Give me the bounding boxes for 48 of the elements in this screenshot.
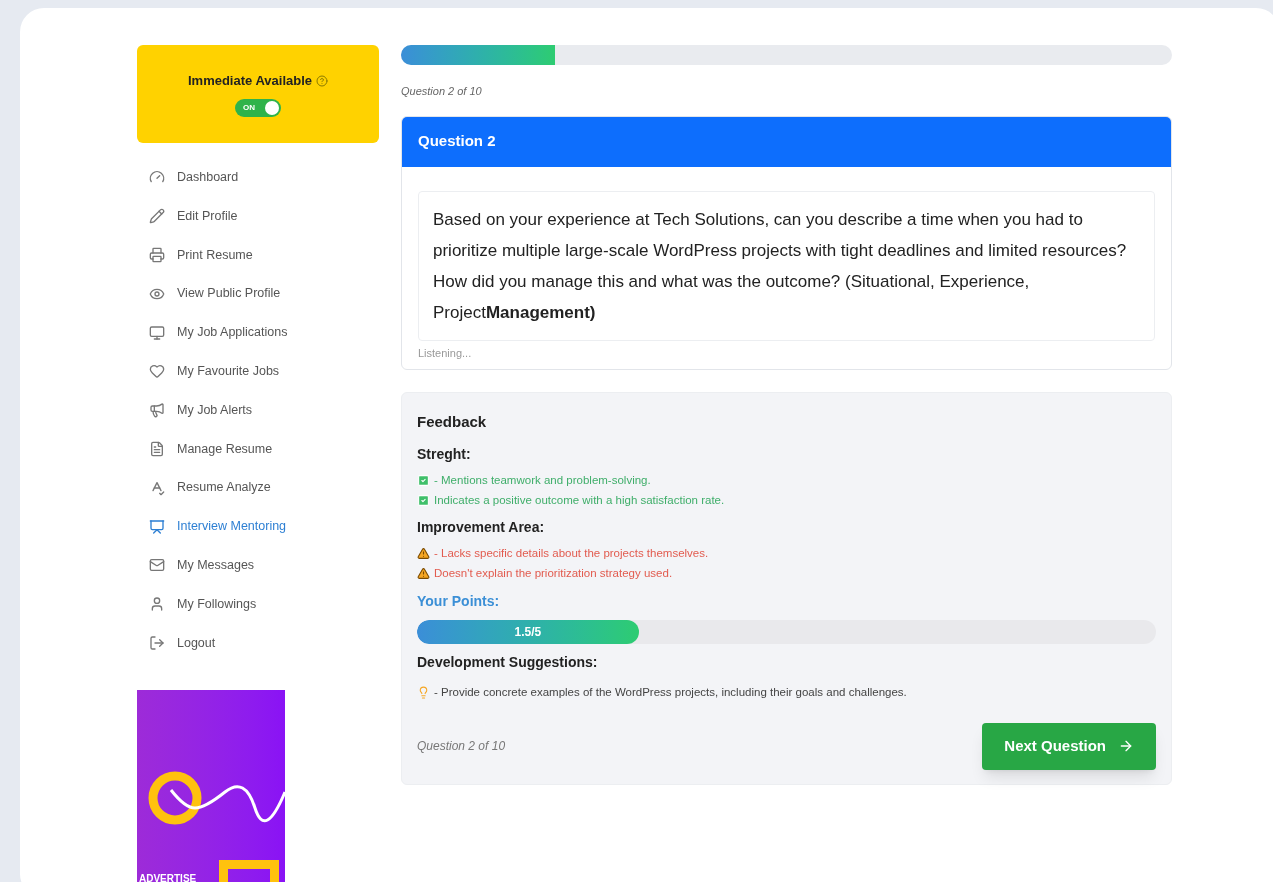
sidebar-item[interactable]: My Job Alerts bbox=[149, 390, 379, 430]
printer-icon bbox=[149, 247, 165, 263]
advertise-label: ADVERTISE bbox=[139, 872, 197, 882]
presentation-icon bbox=[149, 518, 165, 535]
question-text: Based on your experience at Tech Solutions, can you describe a time when you had to prioritize multiple large-scale WordPress projects with tight deadlines and limited resources? How did you manage this and what was the outcome? (Situational, Experience, ProjectManagement) bbox=[433, 208, 1128, 324]
heart-icon bbox=[149, 363, 165, 380]
logout-icon bbox=[149, 634, 165, 651]
section-heading: Development Suggestions: bbox=[417, 652, 599, 672]
megaphone-icon bbox=[149, 402, 165, 419]
feedback-title: Feedback bbox=[417, 412, 488, 432]
sidebar-item[interactable]: Logout bbox=[149, 623, 379, 663]
sidebar-item[interactable]: Print Resume bbox=[149, 235, 379, 275]
section-heading: Improvement Area: bbox=[417, 518, 546, 537]
warning-icon bbox=[417, 547, 430, 561]
listening-status: Listening... bbox=[418, 345, 473, 361]
sidebar-item[interactable]: My Messages bbox=[149, 545, 379, 585]
sidebar-item[interactable]: View Public Profile bbox=[149, 274, 379, 314]
points-reading: 1.5/5 bbox=[514, 623, 542, 641]
check-icon bbox=[417, 473, 430, 487]
sidebar-item[interactable]: Interview Mentoring bbox=[149, 507, 379, 546]
question-counter: Question 2 of 10 bbox=[417, 738, 506, 756]
document-icon bbox=[149, 440, 165, 457]
section-heading: Streght: bbox=[417, 444, 472, 464]
check-icon bbox=[417, 493, 430, 507]
warning-icon bbox=[417, 567, 430, 581]
pencil-icon bbox=[149, 208, 165, 225]
sidebar-item[interactable]: Dashboard bbox=[149, 158, 379, 197]
monitor-icon bbox=[149, 324, 165, 341]
feedback-item: Indicates a positive outcome with a high satisfaction rate. bbox=[434, 492, 725, 508]
sidebar-item[interactable]: Resume Analyze bbox=[149, 468, 379, 508]
help-icon bbox=[316, 75, 328, 87]
lightbulb-icon bbox=[417, 685, 430, 699]
sidebar-item[interactable]: My Followings bbox=[149, 584, 379, 624]
sidebar-item[interactable]: My Job Applications bbox=[149, 313, 379, 352]
availability-title: Immediate Available bbox=[187, 72, 312, 91]
mail-icon bbox=[149, 557, 165, 574]
progress-caption: Question 2 of 10 bbox=[401, 84, 483, 99]
question-title: Question 2 bbox=[418, 131, 496, 152]
feedback-item: - Mentions teamwork and problem-solving. bbox=[434, 472, 651, 488]
sidebar-item[interactable]: Edit Profile bbox=[149, 196, 379, 236]
user-icon bbox=[149, 596, 165, 613]
feedback-item: - Provide concrete examples of the WordPress projects, including their goals and challenges. bbox=[434, 684, 907, 700]
feedback-item: - Lacks specific details about the projects themselves. bbox=[434, 546, 709, 561]
spell-check-icon bbox=[149, 479, 165, 496]
feedback-item: Doesn't explain the prioritization strategy used. bbox=[434, 566, 673, 582]
sidebar-item[interactable]: My Favourite Jobs bbox=[149, 352, 379, 391]
points-heading: Your Points: bbox=[417, 591, 501, 611]
sidebar-item[interactable]: Manage Resume bbox=[149, 429, 379, 469]
